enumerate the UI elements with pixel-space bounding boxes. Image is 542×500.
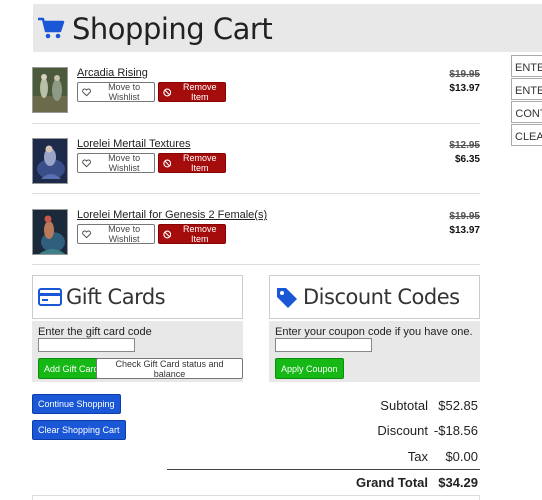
product-thumbnail[interactable] [32, 209, 68, 255]
tag-icon [277, 288, 297, 308]
wishlist-label: Move to Wishlist [108, 224, 141, 244]
item-divider [32, 193, 480, 194]
move-to-wishlist-button[interactable]: Move to Wishlist [77, 82, 155, 102]
wishlist-label: Move to Wishlist [108, 82, 141, 102]
sale-price: $13.97 [449, 225, 480, 236]
grand-total-divider [167, 469, 480, 470]
remove-item-button[interactable]: Remove Item [158, 224, 226, 244]
discount-row: Discount -$18.56 [280, 423, 480, 443]
remove-label: Remove Item [182, 82, 217, 102]
remove-item-button[interactable]: Remove Item [158, 82, 226, 102]
grand-total-row: Grand Total $34.29 [280, 475, 480, 495]
grand-total-label: Grand Total [356, 475, 428, 490]
ban-icon [163, 230, 172, 238]
side-enter-button-2[interactable]: ENTER [511, 78, 542, 100]
tax-value: $0.00 [445, 449, 478, 464]
item-divider [32, 264, 480, 265]
product-thumbnail[interactable] [32, 138, 68, 184]
subtotal-label: Subtotal [380, 398, 428, 413]
ban-icon [163, 159, 172, 167]
discount-codes-form: Enter your coupon code if you have one. … [269, 321, 480, 382]
cart-item: Lorelei Mertail for Genesis 2 Female(s) … [32, 209, 480, 269]
clear-shopping-cart-button[interactable]: Clear Shopping Cart [32, 420, 126, 440]
heart-icon [82, 88, 91, 96]
wishlist-label: Move to Wishlist [108, 153, 141, 173]
remove-label: Remove Item [182, 153, 217, 173]
discount-value: -$18.56 [433, 423, 478, 438]
heart-icon [82, 159, 91, 167]
item-divider [32, 123, 480, 124]
tax-row: Tax $0.00 [280, 449, 480, 469]
tax-label: Tax [407, 449, 428, 464]
gift-card-code-input[interactable] [38, 338, 135, 352]
remove-label: Remove Item [182, 224, 217, 244]
ban-icon [163, 88, 172, 96]
side-button-group: ENTER ENTER CONTI CLEAR [511, 55, 542, 147]
sale-price: $6.35 [454, 154, 480, 165]
discount-codes-title: Discount Codes [303, 285, 460, 309]
page-title: Shopping Cart [72, 12, 273, 46]
subtotal-value: $52.85 [438, 398, 478, 413]
heart-icon [82, 230, 91, 238]
add-gift-card-button[interactable]: Add Gift Card [38, 358, 105, 379]
grand-total-value: $34.29 [438, 475, 478, 490]
discount-codes-panel: Discount Codes Enter your coupon code if… [269, 275, 480, 382]
coupon-code-label: Enter your coupon code if you have one. [275, 326, 473, 338]
gift-cards-form: Enter the gift card code Add Gift Card C… [32, 321, 243, 382]
original-price: $19.95 [449, 69, 480, 80]
original-price: $19.95 [449, 211, 480, 222]
gift-card-code-label: Enter the gift card code [38, 326, 152, 338]
cart-item: Arcadia Rising Move to Wishlist Remove I… [32, 67, 480, 127]
item-name-link[interactable]: Arcadia Rising [77, 67, 148, 79]
page-header: Shopping Cart [33, 4, 542, 52]
cart-item: Lorelei Mertail Textures Move to Wishlis… [32, 138, 480, 198]
apply-coupon-button[interactable]: Apply Coupon [275, 358, 344, 379]
coupon-code-input[interactable] [275, 338, 372, 352]
discount-codes-header: Discount Codes [269, 275, 480, 319]
sale-price: $13.97 [449, 83, 480, 94]
gift-cards-panel: Gift Cards Enter the gift card code Add … [32, 275, 243, 382]
item-name-link[interactable]: Lorelei Mertail Textures [77, 138, 191, 150]
check-gift-card-button[interactable]: Check Gift Card status and balance [96, 358, 243, 379]
credit-card-icon [38, 288, 62, 306]
continue-shopping-button[interactable]: Continue Shopping [32, 394, 121, 414]
move-to-wishlist-button[interactable]: Move to Wishlist [77, 153, 155, 173]
item-name-link[interactable]: Lorelei Mertail for Genesis 2 Female(s) [77, 209, 267, 221]
gift-cards-header: Gift Cards [32, 275, 243, 319]
side-enter-button-1[interactable]: ENTER [511, 55, 542, 77]
remove-item-button[interactable]: Remove Item [158, 153, 226, 173]
cart-icon [38, 17, 65, 39]
discount-label: Discount [377, 423, 428, 438]
original-price: $12.95 [449, 140, 480, 151]
side-continue-button[interactable]: CONTI [511, 101, 542, 123]
product-thumbnail[interactable] [32, 67, 68, 113]
bottom-panel-edge [32, 495, 480, 500]
side-clear-button[interactable]: CLEAR [511, 124, 542, 146]
gift-cards-title: Gift Cards [66, 285, 166, 309]
subtotal-row: Subtotal $52.85 [280, 398, 480, 418]
move-to-wishlist-button[interactable]: Move to Wishlist [77, 224, 155, 244]
